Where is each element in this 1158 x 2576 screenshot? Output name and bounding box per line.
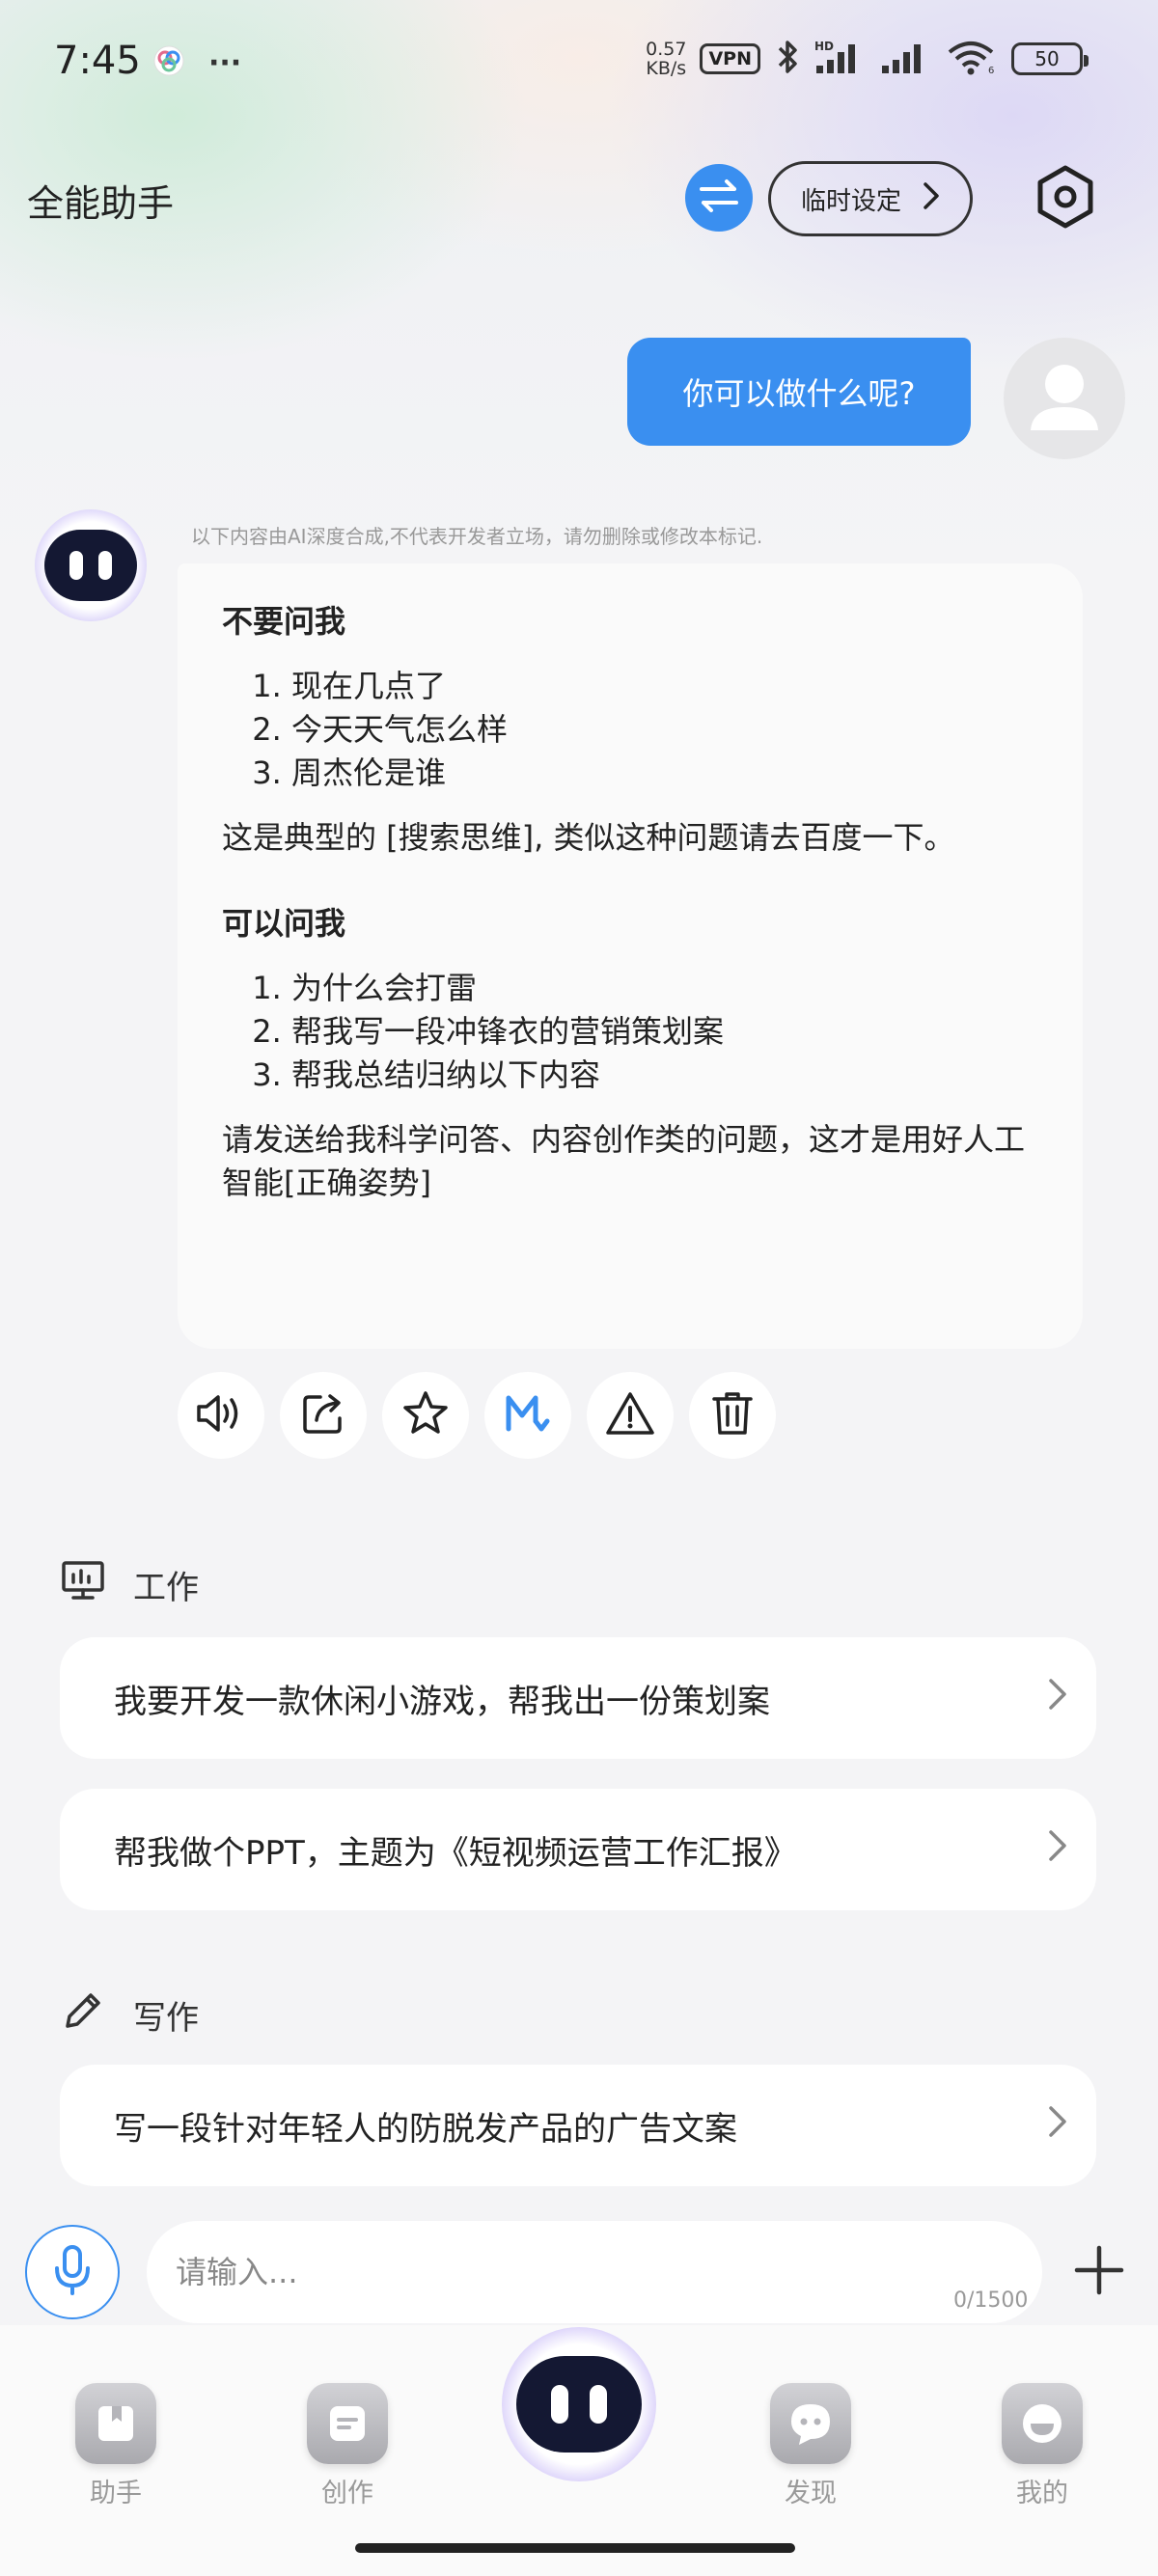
star-icon [400,1388,451,1442]
signal-hd-icon: HD [814,39,867,79]
markdown-export-button[interactable] [484,1372,571,1459]
chevron-right-icon [1048,2105,1067,2147]
user-message-bubble: 你可以做什么呢? [627,338,971,446]
favorite-button[interactable] [382,1372,469,1459]
header-gradient-background [0,0,1158,598]
nav-label: 我的 [1016,2479,1068,2508]
vpn-badge: VPN [700,43,760,74]
suggestion-card[interactable]: 我要开发一款休闲小游戏，帮我出一份策划案 [60,1637,1096,1759]
smiley-icon [1002,2383,1083,2464]
work-section-title: 工作 [133,1569,199,1607]
bookmark-icon [75,2383,156,2464]
nav-item-bot-home[interactable] [502,2327,656,2481]
list-item: 现在几点了 [291,665,1038,708]
heading-can-ask: 可以问我 [222,905,346,942]
battery-indicator: 50 [1011,42,1089,75]
list-item: 今天天气怎么样 [291,708,1038,752]
markdown-icon [503,1388,553,1442]
chevron-right-icon [1048,1829,1067,1871]
page-title: 全能助手 [27,182,175,225]
presentation-board-icon [60,1559,106,1610]
swap-button[interactable] [685,164,753,232]
nav-item-assistant[interactable]: 助手 [58,2383,174,2509]
chat-bubble-icon [770,2383,851,2464]
more-dots: ··· [208,45,242,80]
suggestion-card[interactable]: 写一段针对年轻人的防脱发产品的广告文案 [60,2065,1096,2186]
nav-item-mine[interactable]: 我的 [984,2383,1100,2509]
battery-level: 50 [1034,47,1060,70]
writing-section-header: 写作 [60,1987,199,2042]
net-speed-unit: KB/s [646,58,687,79]
bot-face-icon [44,530,137,601]
list-item: 为什么会打雷 [291,967,1038,1010]
writing-section-title: 写作 [133,1999,199,2038]
suggestion-text: 我要开发一款休闲小游戏，帮我出一份策划案 [114,1682,770,1721]
nav-label: 发现 [785,2479,837,2508]
hexagon-settings-icon [1033,164,1098,233]
chevron-right-icon [1048,1678,1067,1719]
nav-item-create[interactable]: 创作 [290,2383,405,2509]
search-note: 这是典型的 [搜索思维], 类似这种问题请去百度一下。 [222,819,955,856]
microphone-icon [53,2243,92,2301]
net-speed: 0.57 KB/s [646,40,686,78]
pencil-icon [60,1987,106,2042]
plus-icon [1073,2244,1125,2300]
add-attachment-button[interactable] [1069,2242,1129,2302]
message-input[interactable] [147,2221,1042,2323]
speaker-icon [195,1389,247,1441]
message-input-container [147,2221,1042,2323]
svg-text:HD: HD [814,40,834,53]
nav-label: 创作 [321,2479,373,2508]
user-avatar[interactable] [1004,338,1125,459]
trash-icon [710,1389,755,1441]
share-icon [299,1389,347,1441]
document-icon [307,2383,388,2464]
heading-dont-ask: 不要问我 [222,603,346,640]
dont-ask-list: 现在几点了 今天天气怎么样 周杰伦是谁 [222,665,1038,795]
work-section-header: 工作 [60,1559,199,1610]
bot-avatar [35,509,147,621]
nav-item-discover[interactable]: 发现 [753,2383,868,2509]
message-action-row [178,1372,776,1459]
wifi-icon: 6 [946,39,998,79]
read-aloud-button[interactable] [178,1372,264,1459]
list-item: 帮我总结归纳以下内容 [291,1054,1038,1097]
app-notification-icon [152,44,185,81]
delete-button[interactable] [689,1372,776,1459]
person-icon [1031,365,1098,430]
swap-icon [698,177,740,219]
share-button[interactable] [280,1372,367,1459]
ai-disclaimer: 以下内容由AI深度合成,不代表开发者立场，请勿删除或修改本标记. [191,525,763,548]
warning-icon [604,1389,656,1441]
status-left-icons: ··· [152,44,241,81]
settings-button[interactable] [1031,164,1100,233]
home-indicator[interactable] [355,2543,795,2553]
status-time: 7:45 [54,39,141,83]
list-item: 帮我写一段冲锋衣的营销策划案 [291,1010,1038,1054]
voice-input-button[interactable] [25,2225,120,2319]
character-counter: 0/1500 [953,2288,1029,2313]
svg-text:6: 6 [988,66,994,75]
temp-setting-button[interactable]: 临时设定 [768,161,973,236]
closing-note: 请发送给我科学问答、内容创作类的问题，这才是用好人工智能[正确姿势] [222,1121,1026,1201]
list-item: 周杰伦是谁 [291,752,1038,795]
bot-message-bubble: 不要问我 现在几点了 今天天气怎么样 周杰伦是谁 这是典型的 [搜索思维], 类… [178,563,1083,1349]
report-button[interactable] [587,1372,674,1459]
status-right-group: 0.57 KB/s VPN HD 6 50 [646,39,1089,79]
bluetooth-icon [774,39,801,79]
suggestion-card[interactable]: 帮我做个PPT，主题为《短视频运营工作汇报》 [60,1789,1096,1910]
temp-setting-label: 临时设定 [800,186,901,216]
nav-label: 助手 [90,2479,142,2508]
net-speed-value: 0.57 [646,39,687,60]
chevron-right-icon [923,181,940,217]
suggestion-text: 帮我做个PPT，主题为《短视频运营工作汇报》 [114,1833,797,1873]
suggestion-text: 写一段针对年轻人的防脱发产品的广告文案 [114,2109,737,2149]
signal-icon [880,39,932,79]
can-ask-list: 为什么会打雷 帮我写一段冲锋衣的营销策划案 帮我总结归纳以下内容 [222,967,1038,1097]
bot-icon [516,2356,642,2453]
